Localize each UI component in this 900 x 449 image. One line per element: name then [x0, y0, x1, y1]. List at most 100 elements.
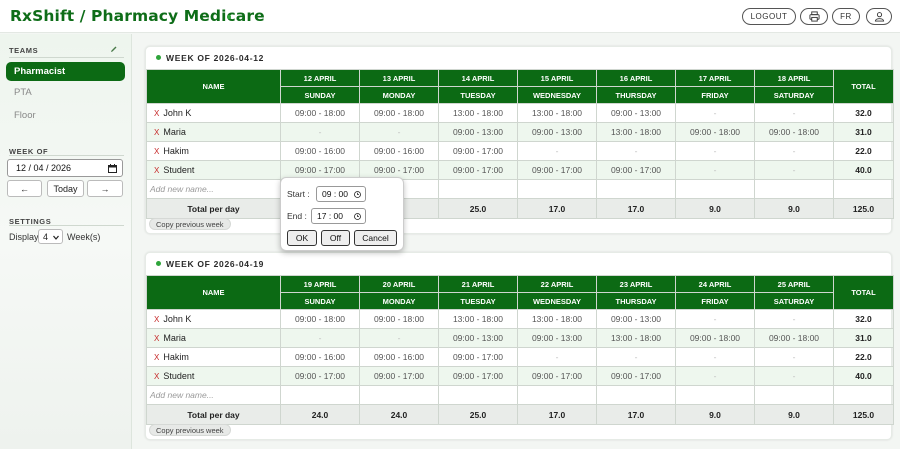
shift-cell[interactable]: 09:00 - 18:00 [280, 103, 360, 123]
day-name-header: SATURDAY [754, 292, 834, 310]
end-time-input[interactable]: 17 : 00 [311, 208, 366, 224]
shift-cell[interactable]: 09:00 - 13:00 [517, 122, 597, 142]
shift-cell[interactable]: - [359, 122, 439, 142]
day-total: 24.0 [359, 404, 439, 425]
shift-cell[interactable]: 13:00 - 18:00 [438, 103, 518, 123]
shift-cell[interactable]: 09:00 - 16:00 [359, 347, 439, 367]
shift-cell[interactable]: 09:00 - 17:00 [517, 366, 597, 386]
shift-cell[interactable]: 09:00 - 18:00 [675, 122, 755, 142]
shift-cell[interactable]: - [675, 160, 755, 180]
shift-cell[interactable]: 09:00 - 17:00 [280, 366, 360, 386]
language-toggle-button[interactable]: FR [832, 8, 860, 25]
shift-cell[interactable]: 09:00 - 13:00 [596, 103, 676, 123]
shift-cell[interactable]: 09:00 - 17:00 [438, 160, 518, 180]
shift-cell[interactable]: - [675, 309, 755, 329]
off-button[interactable]: Off [321, 230, 350, 246]
shift-cell[interactable]: 09:00 - 18:00 [675, 328, 755, 348]
logout-button[interactable]: LOGOUT [742, 8, 796, 25]
next-week-button[interactable]: → [87, 180, 123, 197]
shift-cell[interactable]: - [359, 328, 439, 348]
remove-employee-icon[interactable]: X [154, 128, 159, 137]
shift-cell[interactable]: 13:00 - 18:00 [517, 309, 597, 329]
shift-cell[interactable]: 09:00 - 17:00 [517, 160, 597, 180]
empty-cell [754, 385, 834, 405]
ok-button[interactable]: OK [287, 230, 317, 246]
calendar-icon[interactable] [108, 164, 117, 173]
shift-cell[interactable]: - [280, 122, 360, 142]
day-total: 17.0 [517, 198, 597, 219]
prev-week-button[interactable]: ← [7, 180, 42, 197]
shift-cell[interactable]: 13:00 - 18:00 [438, 309, 518, 329]
shift-cell[interactable]: 13:00 - 18:00 [596, 328, 676, 348]
shift-cell[interactable]: 13:00 - 18:00 [596, 122, 676, 142]
remove-employee-icon[interactable]: X [154, 334, 159, 343]
empty-cell [517, 385, 597, 405]
sidebar-item-pta[interactable]: PTA [6, 83, 125, 102]
week-of-date-input[interactable]: 12 / 04 / 2026 [7, 159, 123, 177]
shift-cell[interactable]: 09:00 - 17:00 [438, 366, 518, 386]
shift-cell[interactable]: 09:00 - 13:00 [517, 328, 597, 348]
day-date-header: 21 APRIL [438, 275, 518, 293]
shift-cell[interactable]: - [517, 141, 597, 161]
employee-name: Hakim [163, 352, 189, 362]
shift-cell[interactable]: 09:00 - 18:00 [280, 309, 360, 329]
shift-cell[interactable]: 09:00 - 17:00 [438, 347, 518, 367]
employee-name-cell: X Student [146, 160, 281, 180]
shift-cell[interactable]: - [754, 366, 834, 386]
shift-cell[interactable]: - [754, 103, 834, 123]
shift-cell[interactable]: - [596, 347, 676, 367]
shift-cell[interactable]: 09:00 - 17:00 [359, 366, 439, 386]
remove-employee-icon[interactable]: X [154, 147, 159, 156]
shift-cell[interactable]: 09:00 - 18:00 [754, 328, 834, 348]
remove-employee-icon[interactable]: X [154, 109, 159, 118]
sidebar-item-floor[interactable]: Floor [6, 106, 125, 125]
print-button[interactable] [800, 8, 828, 25]
shift-cell[interactable]: 09:00 - 16:00 [359, 141, 439, 161]
empty-cell [280, 385, 360, 405]
shift-cell[interactable]: - [675, 366, 755, 386]
shift-cell[interactable]: - [754, 160, 834, 180]
shift-cell[interactable]: - [280, 328, 360, 348]
remove-employee-icon[interactable]: X [154, 166, 159, 175]
shift-cell[interactable]: 09:00 - 16:00 [280, 141, 360, 161]
shift-cell[interactable]: - [675, 347, 755, 367]
shift-cell[interactable]: 09:00 - 18:00 [359, 309, 439, 329]
shift-cell[interactable]: - [675, 103, 755, 123]
start-label: Start : [287, 189, 310, 199]
account-button[interactable] [866, 8, 892, 25]
shift-cell[interactable]: - [754, 347, 834, 367]
shift-cell[interactable]: 09:00 - 17:00 [438, 141, 518, 161]
shift-cell[interactable]: - [754, 309, 834, 329]
today-button[interactable]: Today [47, 180, 84, 197]
shift-cell[interactable]: 09:00 - 13:00 [438, 328, 518, 348]
start-time-input[interactable]: 09 : 00 [316, 186, 366, 202]
shift-cell[interactable]: 09:00 - 13:00 [596, 309, 676, 329]
day-date-header: 18 APRIL [754, 69, 834, 87]
sidebar-item-pharmacist[interactable]: Pharmacist [6, 62, 125, 81]
shift-cell[interactable]: 09:00 - 16:00 [280, 347, 360, 367]
remove-employee-icon[interactable]: X [154, 315, 159, 324]
shift-cell[interactable]: - [675, 141, 755, 161]
shift-cell[interactable]: 13:00 - 18:00 [517, 103, 597, 123]
employee-name-cell: X John K [146, 103, 281, 123]
shift-cell[interactable]: - [596, 141, 676, 161]
remove-employee-icon[interactable]: X [154, 353, 159, 362]
shift-cell[interactable]: - [754, 141, 834, 161]
cancel-button[interactable]: Cancel [354, 230, 397, 246]
shift-cell[interactable]: 09:00 - 18:00 [359, 103, 439, 123]
new-name-input[interactable]: Add new name... [146, 179, 281, 199]
table-row: X Hakim 09:00 - 16:00 09:00 - 16:00 09:00 - … [146, 141, 894, 161]
display-weeks-select[interactable]: 4 [38, 229, 63, 244]
pencil-icon[interactable] [110, 45, 118, 53]
remove-employee-icon[interactable]: X [154, 372, 159, 381]
shift-cell[interactable]: 09:00 - 13:00 [438, 122, 518, 142]
shift-cell[interactable]: 09:00 - 17:00 [596, 160, 676, 180]
copy-previous-week-button[interactable]: Copy previous week [149, 218, 231, 230]
shift-cell[interactable]: 09:00 - 18:00 [754, 122, 834, 142]
day-name-header: TUESDAY [438, 292, 518, 310]
shift-cell[interactable]: 09:00 - 17:00 [596, 366, 676, 386]
shift-cell[interactable]: - [517, 347, 597, 367]
copy-previous-week-button[interactable]: Copy previous week [149, 424, 231, 436]
new-name-input[interactable]: Add new name... [146, 385, 281, 405]
table-row: X Student 09:00 - 17:00 09:00 - 17:00 09:00 … [146, 366, 894, 386]
